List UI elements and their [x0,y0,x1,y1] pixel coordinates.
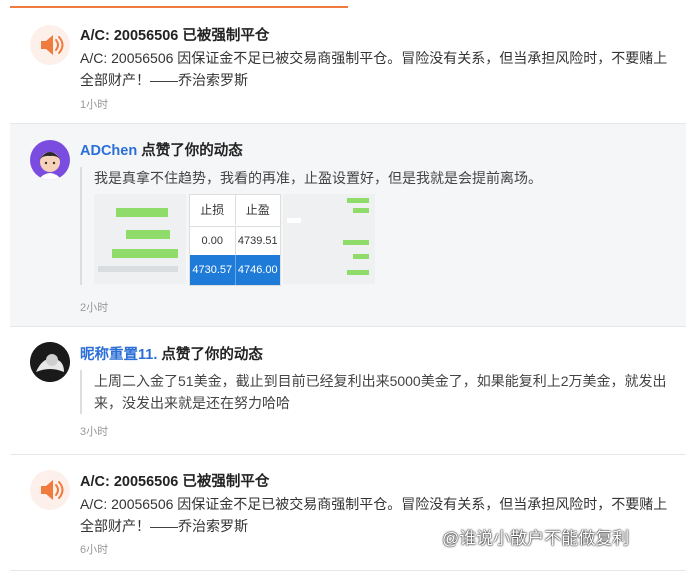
notification-item[interactable]: 昵称重置11. 点赞了你的动态 上周二入金了51美金，截止到目前已经复利出来50… [10,327,686,455]
chat-screenshot-thumb[interactable] [283,194,375,284]
notification-item[interactable]: A/C: 20056506 已被强制平仓 A/C: 20056506 因保证金不… [10,8,686,124]
action-text: 点赞了你的动态 [137,143,243,159]
avatar-adchen[interactable] [30,140,70,180]
notification-title: ADChen 点赞了你的动态 [80,139,243,160]
timestamp: 2小时 [80,302,109,314]
table-cell: 0.00 [190,227,236,255]
speaker-icon [30,470,70,510]
action-text: 点赞了你的动态 [157,347,263,363]
top-tab-bar [0,0,686,8]
notification-body: A/C: 20056506 因保证金不足已被交易商强制平仓。冒险没有关系，但当承… [80,50,668,88]
watermark: @谁说小散户不能做复利 [442,529,630,548]
notification-item[interactable]: ADChen 点赞了你的动态 我是真拿不住趋势，我看的再准，止盈设置好，但是我就… [10,124,686,327]
notification-title: A/C: 20056506 已被强制平仓 [80,474,270,490]
quote-text: 上周二入金了51美金，截止到目前已经复利出来5000美金了，如果能复利上2万美金… [94,373,667,411]
quoted-post[interactable]: 上周二入金了51美金，截止到目前已经复利出来5000美金了，如果能复利上2万美金… [80,370,680,414]
table-header: 止盈 [245,203,270,217]
table-cell: 4746.00 [237,264,278,276]
table-cell: 4739.51 [237,235,278,247]
notification-title: A/C: 20056506 已被强制平仓 [80,28,270,44]
table-header: 止损 [190,195,236,225]
username-link[interactable]: 昵称重置11. [80,347,157,363]
notification-item[interactable]: A/C: 20056506 已被强制平仓 A/C: 20056506 因保证金不… [10,455,686,571]
timestamp: 6小时 [80,544,109,556]
timestamp: 1小时 [80,99,109,111]
chat-screenshot-thumb[interactable] [94,194,186,284]
notification-feed: A/C: 20056506 已被强制平仓 A/C: 20056506 因保证金不… [10,8,686,571]
quote-text: 我是真拿不住趋势，我看的再准，止盈设置好，但是我就是会提前离场。 [94,170,542,186]
username-link[interactable]: ADChen [80,143,137,159]
notification-title: 昵称重置11. 点赞了你的动态 [80,343,263,364]
table-cell: 4730.57 [190,255,236,285]
order-table-thumb[interactable]: 止损 止盈 0.00 4739.51 4730.57 4746.00 [189,194,281,286]
timestamp: 3小时 [80,426,109,438]
avatar-nickname[interactable] [30,342,70,382]
speaker-icon [30,25,70,65]
